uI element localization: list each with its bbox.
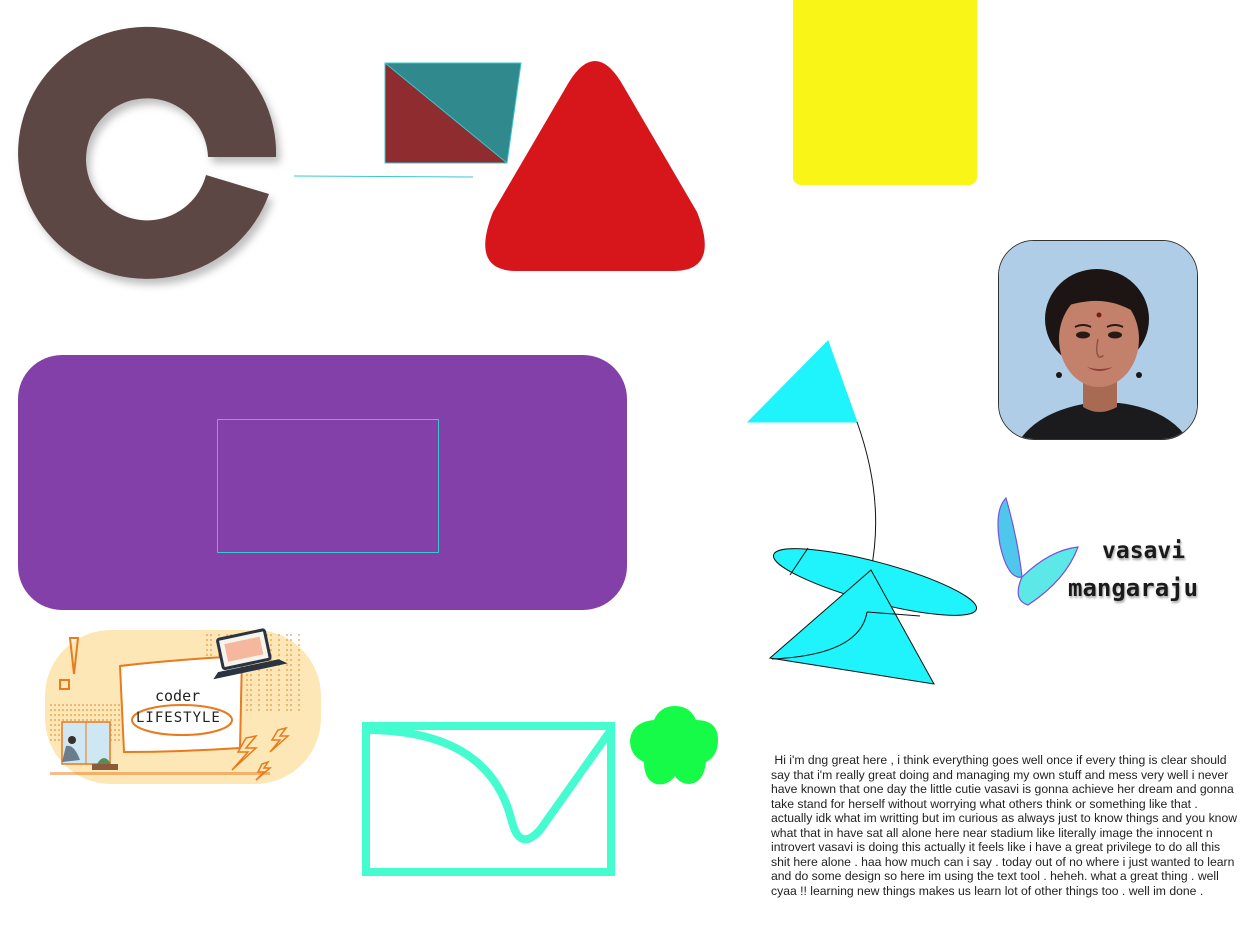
split-square[interactable] — [384, 62, 522, 164]
coder-lifestyle-sticker[interactable] — [45, 626, 321, 784]
red-triangle[interactable] — [485, 61, 705, 271]
signature-last-name: mangaraju — [1068, 574, 1199, 602]
signature-first-name: vasavi — [1102, 538, 1186, 564]
kite-drawing[interactable] — [746, 340, 982, 685]
profile-photo[interactable] — [998, 240, 1198, 440]
connector-line[interactable] — [293, 175, 474, 178]
outlined-rectangle[interactable] — [217, 419, 439, 553]
note-text-block[interactable]: Hi i'm dng great here , i think everythi… — [771, 753, 1239, 898]
mint-frame[interactable] — [362, 722, 615, 876]
ring-shape[interactable] — [18, 26, 277, 279]
signature-mark[interactable] — [997, 496, 1079, 606]
sticker-lifestyle-text: LIFESTYLE — [136, 710, 221, 726]
sticker-coder-text: coder — [155, 687, 201, 705]
profile-portrait-image — [999, 241, 1197, 439]
green-star[interactable] — [630, 706, 718, 785]
yellow-rectangle[interactable] — [793, 0, 977, 185]
